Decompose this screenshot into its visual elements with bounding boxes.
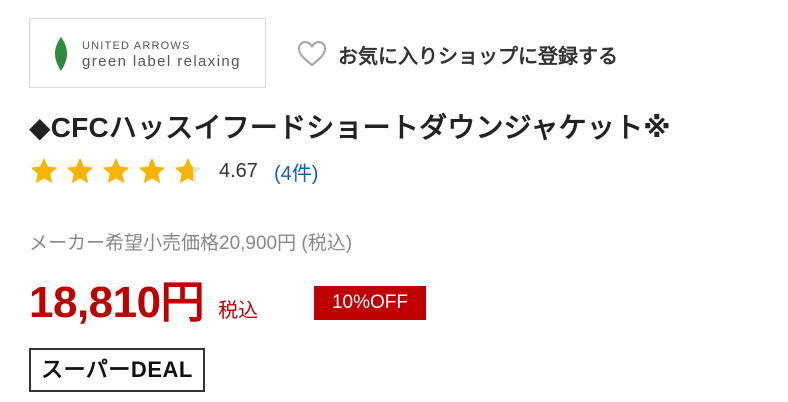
star-rating <box>29 156 209 186</box>
star-icon <box>66 158 94 184</box>
super-deal-badge: スーパーDEAL <box>29 348 205 392</box>
rating-value: 4.67 <box>219 159 258 182</box>
shop-logo[interactable]: UNITED ARROWS green label relaxing <box>29 18 266 88</box>
logo-subbrand-text: green label relaxing <box>82 53 241 70</box>
star-icon <box>102 158 130 184</box>
product-title: ◆CFCハッスイフードショートダウンジャケット※ <box>29 112 671 143</box>
review-count-link[interactable]: (4件) <box>274 157 318 186</box>
logo-brand-text: UNITED ARROWS <box>82 40 191 52</box>
sale-price: 18,810円 <box>29 278 205 327</box>
star-icon <box>174 158 202 184</box>
star-icon <box>138 158 166 184</box>
favorite-shop-button[interactable]: お気に入りショップに登録する <box>296 38 618 70</box>
leaf-icon <box>54 37 68 71</box>
heart-outline-icon <box>297 40 327 67</box>
msrp-text: メーカー希望小売価格20,900円 (税込) <box>29 233 353 254</box>
favorite-shop-label: お気に入りショップに登録する <box>338 45 618 68</box>
rating-row: 4.67 (4件) <box>29 156 318 186</box>
discount-badge: 10%OFF <box>314 286 426 320</box>
star-icon <box>30 158 58 184</box>
price-row: 18,810円 税込 <box>29 266 258 330</box>
tax-included-label: 税込 <box>218 300 259 322</box>
